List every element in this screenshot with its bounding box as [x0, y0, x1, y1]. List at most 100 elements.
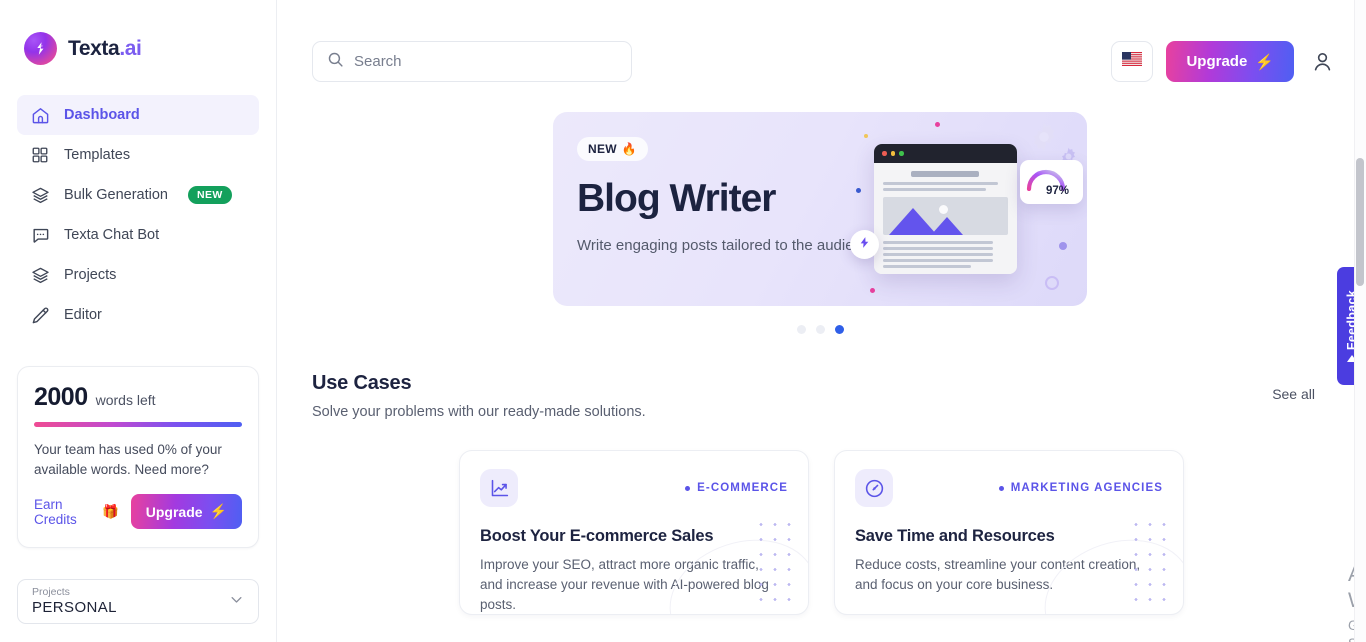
words-progress-bar — [34, 422, 242, 427]
decor-dot-grid — [754, 517, 796, 612]
chat-bubble-icon — [30, 225, 50, 245]
carousel-dot-2[interactable] — [815, 325, 825, 334]
skeleton-line — [883, 182, 998, 185]
fire-icon: 🔥 — [621, 142, 638, 156]
carousel-dot-3[interactable] — [834, 325, 844, 334]
upgrade-button-sidebar[interactable]: Upgrade ⚡ — [130, 494, 242, 529]
search-icon — [327, 51, 344, 73]
sidebar-item-label: Texta Chat Bot — [64, 227, 160, 243]
grid-icon — [30, 145, 50, 165]
trending-up-chart-icon — [480, 469, 518, 507]
score-gauge-card: 97% — [1020, 160, 1083, 204]
sidebar-item-texta-chat-bot[interactable]: Texta Chat Bot — [17, 215, 259, 255]
words-card-actions: Earn Credits 🎁 Upgrade ⚡ — [34, 494, 242, 529]
use-case-tag: MARKETING AGENCIES — [998, 482, 1163, 494]
decor-dot-grid — [1129, 517, 1171, 612]
gift-icon: 🎁 — [101, 503, 119, 519]
decor-speck — [1059, 242, 1067, 250]
banner-illustration: 97% — [842, 112, 1087, 306]
banner-subtitle: Write engaging posts tailored to the aud… — [577, 237, 882, 254]
bolt-icon: ⚡ — [1255, 53, 1274, 71]
use-case-tag-label: MARKETING AGENCIES — [1010, 482, 1163, 494]
image-placeholder — [883, 197, 1008, 235]
sidebar-item-label: Templates — [64, 147, 131, 163]
upgrade-label: Upgrade — [145, 503, 203, 520]
use-case-card[interactable]: E-COMMERCE Boost Your E-commerce Sales I… — [459, 450, 809, 615]
sidebar-item-dashboard[interactable]: Dashboard — [17, 95, 259, 135]
decor-ring — [1045, 276, 1059, 290]
use-cases-title: Use Cases — [312, 372, 412, 394]
sidebar-item-editor[interactable]: Editor — [17, 295, 259, 335]
tag-dot-icon — [998, 485, 1004, 491]
earn-credits-label: Earn Credits — [34, 496, 77, 527]
earn-credits-link[interactable]: Earn Credits 🎁 — [34, 497, 119, 527]
use-cases-header: Use Cases Solve your problems with our r… — [312, 372, 646, 420]
gauge-icon — [855, 469, 893, 507]
window-dot-maximize — [899, 151, 904, 156]
projects-select-value: PERSONAL — [32, 599, 117, 616]
brand-logo-block[interactable]: Texta.ai — [0, 0, 276, 65]
use-case-tag-label: E-COMMERCE — [697, 482, 788, 494]
chevron-down-icon — [229, 592, 244, 612]
browser-content — [874, 163, 1017, 274]
window-dot-minimize — [890, 151, 895, 156]
sidebar-nav: Dashboard Templates Bulk Generation NEW … — [0, 95, 276, 335]
scrollbar-thumb[interactable] — [1356, 158, 1364, 286]
upgrade-label: Upgrade — [1186, 53, 1248, 70]
promo-banner[interactable]: NEW 🔥 Blog Writer Write engaging posts t… — [553, 112, 1087, 306]
pencil-icon — [30, 305, 50, 325]
page-scrollbar[interactable] — [1354, 0, 1366, 642]
upgrade-button-topbar[interactable]: Upgrade ⚡ — [1166, 41, 1294, 82]
badge-new: NEW — [187, 186, 232, 204]
topbar: Upgrade ⚡ — [277, 0, 1366, 122]
topbar-actions: Upgrade ⚡ — [1111, 41, 1337, 82]
sidebar-item-templates[interactable]: Templates — [17, 135, 259, 175]
sidebar: Texta.ai Dashboard Templates Bulk Genera… — [0, 0, 277, 642]
brand-name-accent: .ai — [119, 36, 142, 60]
layers-icon — [30, 185, 50, 205]
app-root: Texta.ai Dashboard Templates Bulk Genera… — [0, 0, 1366, 642]
carousel-dot-1[interactable] — [796, 325, 806, 334]
decor-speck — [856, 188, 861, 193]
sidebar-item-label: Bulk Generation — [64, 187, 168, 203]
brand-name-primary: Texta — [68, 36, 120, 60]
bolt-icon: ⚡ — [209, 503, 227, 519]
projects-select[interactable]: Projects PERSONAL — [17, 579, 259, 624]
use-case-card-top: E-COMMERCE — [480, 469, 788, 507]
mountain-shape — [889, 208, 937, 235]
sidebar-item-label: Editor — [64, 307, 102, 323]
bolt-icon — [858, 236, 871, 254]
banner-title: Blog Writer — [577, 177, 776, 220]
browser-mockup — [874, 144, 1017, 274]
carousel-dots — [553, 325, 1087, 334]
main-content: Upgrade ⚡ NEW 🔥 Blog Writer Wr — [277, 0, 1366, 642]
words-count-row: 2000 words left — [34, 383, 242, 412]
words-left-card: 2000 words left Your team has used 0% of… — [17, 366, 259, 548]
use-cases-subtitle: Solve your problems with our ready-made … — [312, 404, 646, 420]
brand-name: Texta.ai — [68, 36, 142, 61]
banner-badge-label: NEW — [588, 142, 617, 156]
us-flag-icon — [1122, 52, 1143, 71]
use-case-card[interactable]: MARKETING AGENCIES Save Time and Resourc… — [834, 450, 1184, 615]
sidebar-item-bulk-generation[interactable]: Bulk Generation NEW — [17, 175, 259, 215]
sidebar-item-projects[interactable]: Projects — [17, 255, 259, 295]
words-count-label: words left — [95, 392, 156, 408]
use-case-card-list: E-COMMERCE Boost Your E-commerce Sales I… — [459, 450, 1184, 615]
language-selector-button[interactable] — [1111, 41, 1154, 82]
skeleton-line — [883, 253, 993, 256]
decor-speck — [864, 134, 868, 138]
window-dot-close — [882, 151, 887, 156]
gear-icon — [1027, 120, 1061, 159]
texta-logo-icon — [24, 32, 57, 65]
home-icon — [30, 105, 50, 125]
words-count: 2000 — [34, 383, 88, 411]
see-all-link[interactable]: See all — [1272, 386, 1315, 402]
browser-titlebar — [874, 144, 1017, 163]
user-avatar-icon[interactable] — [1307, 47, 1337, 77]
search-input[interactable] — [354, 53, 617, 70]
skeleton-line — [883, 265, 971, 268]
search-box[interactable] — [312, 41, 632, 82]
use-case-tag: E-COMMERCE — [685, 482, 788, 494]
gauge-value: 97% — [1045, 185, 1070, 197]
sidebar-item-label: Projects — [64, 267, 117, 283]
